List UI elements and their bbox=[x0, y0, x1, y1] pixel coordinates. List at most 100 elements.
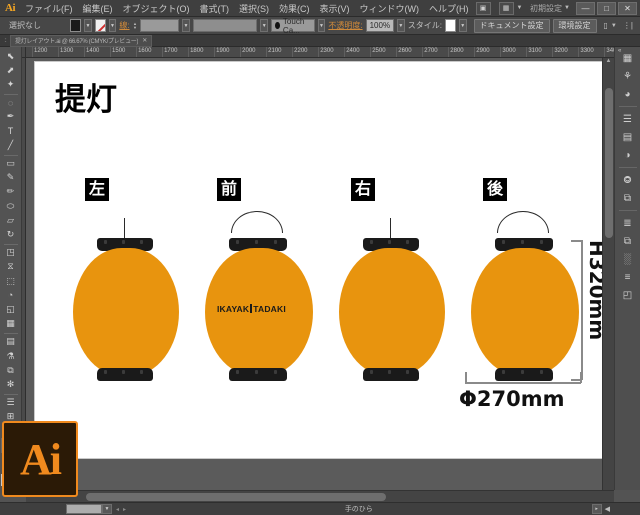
controlbar-overflow-icon[interactable]: ⋮| bbox=[623, 21, 633, 30]
menu-type[interactable]: 書式(T) bbox=[195, 0, 235, 17]
opacity-dropdown-icon[interactable]: ▼ bbox=[397, 19, 405, 32]
perspective-grid-tool[interactable]: ◱ bbox=[1, 303, 21, 317]
swatches-panel-icon[interactable]: ◕ bbox=[617, 85, 639, 103]
rotate-tool[interactable]: ↻ bbox=[1, 228, 21, 242]
stroke-profile-dropdown-icon[interactable]: ▼ bbox=[260, 19, 269, 32]
horizontal-scroll-thumb[interactable] bbox=[86, 493, 386, 501]
menu-view[interactable]: 表示(V) bbox=[315, 0, 355, 17]
fill-dropdown-icon[interactable]: ▼ bbox=[84, 19, 92, 32]
fill-swatch[interactable] bbox=[70, 19, 82, 32]
dock-collapse-icon[interactable]: « bbox=[618, 48, 621, 54]
document-tab-close-icon[interactable]: ✕ bbox=[142, 37, 147, 44]
canvas-area[interactable]: 提灯 左 前 IKAYAK TADAKI 右 後 H320mm Φ270mm bbox=[26, 58, 614, 490]
symbols-panel-icon[interactable]: ░ bbox=[617, 250, 639, 268]
magic-wand-tool[interactable]: ✦ bbox=[1, 78, 21, 92]
pencil-tool[interactable]: ✏ bbox=[1, 185, 21, 199]
zoom-level-field[interactable] bbox=[66, 504, 102, 514]
document-setup-button[interactable]: ドキュメント設定 bbox=[473, 18, 550, 33]
artboards-panel-icon[interactable]: ⧉ bbox=[617, 232, 639, 250]
tabbar-grip[interactable]: :: bbox=[0, 38, 10, 44]
zoom-dropdown-icon[interactable]: ▼ bbox=[102, 504, 112, 514]
horizontal-scrollbar[interactable] bbox=[26, 490, 614, 502]
statusbar-menu-icon[interactable]: ▸ bbox=[591, 504, 602, 514]
statusbar-resize-icon[interactable]: ◀ bbox=[605, 505, 610, 513]
style-dropdown-icon[interactable]: ▼ bbox=[458, 19, 467, 32]
lasso-tool[interactable]: ◌ bbox=[1, 95, 21, 109]
workspace-switcher[interactable]: 初期設定 bbox=[530, 3, 562, 14]
scale-tool[interactable]: ◳ bbox=[1, 246, 21, 260]
brush-definition-label: Touch Ca... bbox=[282, 16, 305, 35]
graphic-style-swatch[interactable] bbox=[444, 19, 456, 32]
horizontal-ruler[interactable]: 1200 1300 1400 1500 1600 1700 1800 1900 2000 2100… bbox=[26, 47, 614, 58]
stroke-panel-icon[interactable]: ☰ bbox=[617, 110, 639, 128]
lantern-front[interactable]: IKAYAK TADAKI bbox=[203, 209, 315, 419]
pen-tool[interactable]: ✒ bbox=[1, 110, 21, 124]
type-tool[interactable]: T bbox=[1, 124, 21, 138]
stroke-dropdown-icon[interactable]: ▼ bbox=[108, 19, 117, 32]
stroke-profile-field[interactable] bbox=[192, 19, 258, 32]
workspace-chevron-icon[interactable]: ▼ bbox=[564, 5, 570, 11]
menu-edit[interactable]: 編集(E) bbox=[78, 0, 118, 17]
direct-selection-tool[interactable]: ⬈ bbox=[1, 63, 21, 77]
ruler-tick-label: 2100 bbox=[268, 48, 282, 54]
symbol-sprayer-tool[interactable]: ✻ bbox=[1, 378, 21, 392]
preferences-button[interactable]: 環境設定 bbox=[552, 18, 597, 33]
eyedropper-tool[interactable]: ⚗ bbox=[1, 349, 21, 363]
blob-brush-tool[interactable]: ⬭ bbox=[1, 199, 21, 213]
menu-effect[interactable]: 効果(C) bbox=[274, 0, 315, 17]
menu-object[interactable]: オブジェクト(O) bbox=[118, 0, 195, 17]
vertical-scroll-thumb[interactable] bbox=[605, 88, 613, 238]
artboard[interactable]: 提灯 左 前 IKAYAK TADAKI 右 後 H320mm Φ270mm bbox=[34, 61, 609, 459]
vertical-scrollbar[interactable]: ▲ bbox=[602, 58, 614, 490]
lantern-right[interactable] bbox=[337, 218, 447, 418]
free-transform-tool[interactable]: ⬚ bbox=[1, 274, 21, 288]
rectangle-tool[interactable]: ▭ bbox=[1, 156, 21, 170]
graphic-styles-panel-icon[interactable]: ⧉ bbox=[617, 189, 639, 207]
mesh-tool[interactable]: ▦ bbox=[1, 317, 21, 331]
close-button[interactable]: ✕ bbox=[618, 1, 637, 15]
stroke-weight-field[interactable] bbox=[140, 19, 180, 32]
arrange-documents-icon[interactable]: ▦ ▼ bbox=[497, 1, 522, 15]
maximize-button[interactable]: □ bbox=[597, 1, 616, 15]
bridge-icon[interactable]: ▣ bbox=[475, 1, 491, 15]
eraser-tool[interactable]: ▱ bbox=[1, 213, 21, 227]
shape-builder-tool[interactable]: ◔ bbox=[1, 288, 21, 302]
width-tool[interactable]: ⧖ bbox=[1, 260, 21, 274]
transparency-panel-icon[interactable]: ◑ bbox=[617, 146, 639, 164]
menu-select[interactable]: 選択(S) bbox=[234, 0, 274, 17]
gradient-tool[interactable]: ▤ bbox=[1, 335, 21, 349]
align-chevron-icon[interactable]: ▼ bbox=[611, 23, 617, 29]
paintbrush-tool[interactable]: ✎ bbox=[1, 171, 21, 185]
stroke-swatch[interactable] bbox=[94, 19, 106, 32]
line-segment-tool[interactable]: ╱ bbox=[1, 138, 21, 152]
brush-dropdown-icon[interactable]: ▼ bbox=[317, 19, 326, 32]
document-tab[interactable]: 提灯レイアウト.ai @ 66.67% (CMYK/プレビュー) ✕ bbox=[10, 34, 153, 47]
layers-panel-icon[interactable]: ≣ bbox=[617, 214, 639, 232]
brush-definition-field[interactable]: Touch Ca... bbox=[271, 16, 315, 35]
minimize-button[interactable]: — bbox=[576, 1, 595, 15]
opacity-label[interactable]: 不透明度: bbox=[328, 20, 362, 31]
selection-tool[interactable]: ⬉ bbox=[1, 49, 21, 63]
lantern-left[interactable] bbox=[71, 218, 181, 418]
stroke-weight-dropdown-icon[interactable]: ▼ bbox=[182, 19, 190, 32]
ruler-tick-label: 2300 bbox=[320, 48, 334, 54]
brush-swatch-icon bbox=[275, 22, 280, 29]
artboard-navigation[interactable]: ◂ ▸ bbox=[116, 506, 126, 513]
column-graph-tool[interactable]: ☰ bbox=[1, 396, 21, 410]
blend-tool[interactable]: ⧉ bbox=[1, 363, 21, 377]
appearance-panel-icon[interactable]: ⭗ bbox=[617, 171, 639, 189]
stroke-weight-label[interactable]: 線: bbox=[119, 20, 129, 31]
ruler-tick-label: 2400 bbox=[346, 48, 360, 54]
menu-help[interactable]: ヘルプ(H) bbox=[424, 0, 474, 17]
menu-window[interactable]: ウィンドウ(W) bbox=[355, 0, 425, 17]
pathfinder-panel-icon[interactable]: ◰ bbox=[617, 286, 639, 304]
prev-artboard-icon[interactable]: ◂ bbox=[116, 506, 119, 513]
gradient-panel-icon[interactable]: ▤ bbox=[617, 128, 639, 146]
stroke-weight-stepper[interactable]: ▲ ▼ bbox=[133, 19, 138, 32]
scroll-up-icon[interactable]: ▲ bbox=[603, 58, 614, 64]
color-guide-panel-icon[interactable]: ⚘ bbox=[617, 67, 639, 85]
menu-file[interactable]: ファイル(F) bbox=[20, 0, 78, 17]
opacity-field[interactable]: 100% bbox=[365, 19, 395, 32]
align-icon[interactable]: ▯ bbox=[604, 21, 608, 30]
align-panel-icon[interactable]: ≡ bbox=[617, 268, 639, 286]
